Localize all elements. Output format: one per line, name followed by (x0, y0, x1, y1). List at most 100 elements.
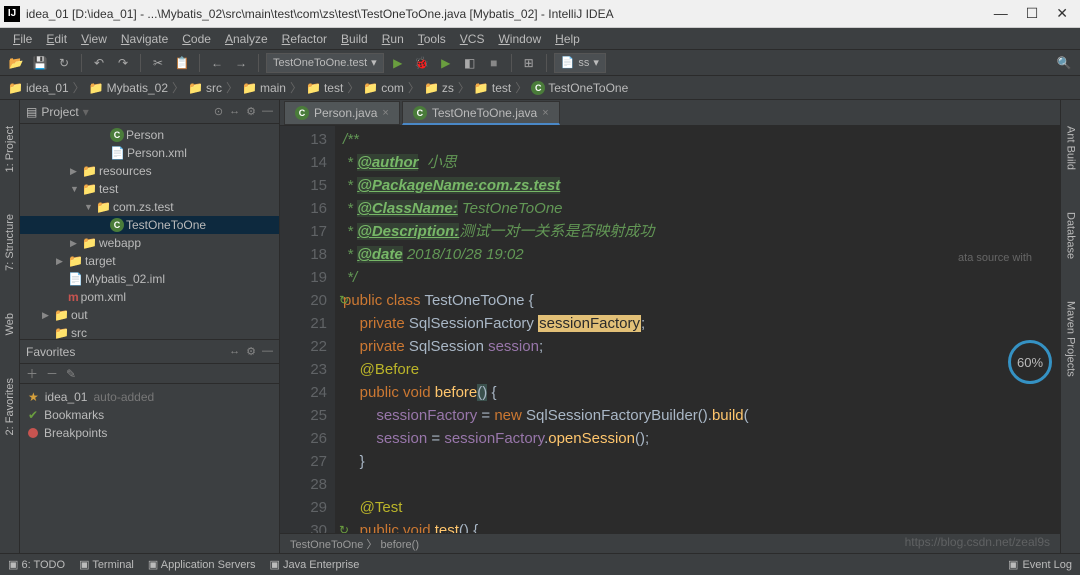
crumb-src[interactable]: 📁 src (188, 81, 222, 95)
crumb-zs[interactable]: 📁 zs (424, 81, 454, 95)
tree-item-testonetoone[interactable]: CTestOneToOne (20, 216, 279, 234)
debug-button[interactable]: 🐞 (412, 53, 432, 73)
progress-ring: 60% (1008, 340, 1052, 384)
tab-person-java[interactable]: CPerson.java× (284, 101, 400, 125)
fav-idea_01[interactable]: ★idea_01 auto-added (28, 388, 271, 406)
right-tab-database[interactable]: Database (1063, 206, 1079, 265)
open-button[interactable]: 📂 (6, 53, 26, 73)
crumb-main[interactable]: 📁 main (242, 81, 286, 95)
sidebar: ▤ Project ▾ ⊙ ↔ ⚙ — CPerson📄Person.xml▶📁… (20, 100, 280, 553)
bottom-bar: ▣ 6: TODO ▣ Terminal ▣ Application Servers… (0, 553, 1080, 575)
menu-window[interactable]: Window (491, 32, 548, 46)
menu-view[interactable]: View (74, 32, 114, 46)
gear-icon[interactable]: ⚙ (246, 345, 256, 358)
expand-icon[interactable]: ↔ (229, 345, 240, 358)
menu-analyze[interactable]: Analyze (218, 32, 275, 46)
breadcrumb: 📁 idea_01〉📁 Mybatis_02〉📁 src〉📁 main〉📁 te… (0, 76, 1080, 100)
left-tab-web[interactable]: Web (2, 307, 18, 341)
left-tab-1-project[interactable]: 1: Project (2, 120, 18, 178)
close-button[interactable]: ✕ (1056, 5, 1068, 22)
menu-file[interactable]: File (6, 32, 39, 46)
menu-vcs[interactable]: VCS (453, 32, 492, 46)
redo-button[interactable]: ↷ (113, 53, 133, 73)
close-tab-icon[interactable]: × (542, 107, 548, 119)
project-tree[interactable]: CPerson📄Person.xml▶📁resources▼📁test▼📁com… (20, 124, 279, 339)
remove-icon[interactable]: － (46, 365, 58, 382)
forward-button[interactable]: → (231, 53, 251, 73)
maximize-button[interactable]: ☐ (1026, 5, 1039, 22)
right-tab-maven-projects[interactable]: Maven Projects (1063, 295, 1079, 383)
menu-run[interactable]: Run (375, 32, 411, 46)
save-button[interactable]: 💾 (30, 53, 50, 73)
tab-testonetoone-java[interactable]: CTestOneToOne.java× (402, 101, 560, 125)
close-tab-icon[interactable]: × (382, 107, 388, 119)
tree-item-person-xml[interactable]: 📄Person.xml (20, 144, 279, 162)
run-gutter-icon[interactable]: ↻ (339, 289, 349, 312)
hide-icon[interactable]: — (262, 345, 273, 358)
tree-item-webapp[interactable]: ▶📁webapp (20, 234, 279, 252)
tree-item-pom-xml[interactable]: mpom.xml (20, 288, 279, 306)
left-tab-2-favorites[interactable]: 2: Favorites (2, 372, 18, 441)
coverage-button[interactable]: ▶ (436, 53, 456, 73)
tree-item-person[interactable]: CPerson (20, 126, 279, 144)
hide-icon[interactable]: — (262, 105, 273, 118)
copy-button[interactable]: 📋 (172, 53, 192, 73)
stop-button[interactable]: ■ (484, 53, 504, 73)
tree-item-test[interactable]: ▼📁test (20, 180, 279, 198)
minimize-button[interactable]: — (994, 5, 1008, 22)
run-gutter-icon[interactable]: ↻ (339, 519, 349, 533)
tree-item-src[interactable]: 📁src (20, 324, 279, 339)
profile-button[interactable]: ◧ (460, 53, 480, 73)
run-config-label: TestOneToOne.test (273, 57, 367, 69)
run-button[interactable]: ▶ (388, 53, 408, 73)
favorites-toolbar: ＋ － ✎ (20, 364, 279, 384)
structure-button[interactable]: ⊞ (519, 53, 539, 73)
menu-code[interactable]: Code (175, 32, 218, 46)
gutter[interactable]: 1314151617181920↻21222324252627282930↻ (280, 126, 335, 533)
run-config-dropdown[interactable]: TestOneToOne.test ▾ (266, 53, 384, 73)
crumb-com[interactable]: 📁 com (363, 81, 404, 95)
tree-item-out[interactable]: ▶📁out (20, 306, 279, 324)
code-body[interactable]: /** * @author 小思 * @PackageName:com.zs.t… (335, 126, 1060, 533)
tree-item-mybatis-02-iml[interactable]: 📄Mybatis_02.iml (20, 270, 279, 288)
menu-tools[interactable]: Tools (411, 32, 453, 46)
scroll-icon[interactable]: ↔ (229, 105, 240, 118)
add-icon[interactable]: ＋ (26, 365, 38, 382)
bottom-java-enterprise[interactable]: ▣ Java Enterprise (270, 558, 360, 571)
menu-build[interactable]: Build (334, 32, 375, 46)
watermark: https://blog.csdn.net/zeal9s (905, 535, 1050, 549)
refresh-button[interactable]: ↻ (54, 53, 74, 73)
search-button[interactable]: 🔍 (1054, 53, 1074, 73)
menu-help[interactable]: Help (548, 32, 587, 46)
crumb-testonetoone[interactable]: C TestOneToOne (531, 81, 628, 95)
crumb-test[interactable]: 📁 test (474, 81, 511, 95)
crumb-mybatis_02[interactable]: 📁 Mybatis_02 (89, 81, 168, 95)
fav-breakpoints[interactable]: Breakpoints (28, 424, 271, 442)
menu-refactor[interactable]: Refactor (275, 32, 334, 46)
menu-navigate[interactable]: Navigate (114, 32, 175, 46)
back-button[interactable]: ← (207, 53, 227, 73)
tree-item-resources[interactable]: ▶📁resources (20, 162, 279, 180)
fav-bookmarks[interactable]: ✔Bookmarks (28, 406, 271, 424)
ss-dropdown[interactable]: 📄ss ▾ (554, 53, 606, 73)
code-editor[interactable]: 1314151617181920↻21222324252627282930↻ /… (280, 126, 1060, 533)
event-log-button[interactable]: ▣ Event Log (1008, 558, 1072, 571)
favorites-title: Favorites (26, 345, 229, 359)
gear-icon[interactable]: ⚙ (246, 105, 256, 118)
edit-icon[interactable]: ✎ (66, 367, 76, 381)
bottom-application-servers[interactable]: ▣ Application Servers (148, 558, 256, 571)
bottom-6-todo[interactable]: ▣ 6: TODO (8, 558, 65, 571)
titlebar: IJ idea_01 [D:\idea_01] - ...\Mybatis_02… (0, 0, 1080, 28)
menu-edit[interactable]: Edit (39, 32, 74, 46)
right-tab-ant-build[interactable]: Ant Build (1063, 120, 1079, 176)
undo-button[interactable]: ↶ (89, 53, 109, 73)
crumb-idea_01[interactable]: 📁 idea_01 (8, 81, 69, 95)
tree-item-com-zs-test[interactable]: ▼📁com.zs.test (20, 198, 279, 216)
crumb-test[interactable]: 📁 test (306, 81, 343, 95)
collapse-icon[interactable]: ⊙ (214, 105, 223, 118)
datasource-hint: ata source with (958, 252, 1032, 264)
left-tab-7-structure[interactable]: 7: Structure (2, 208, 18, 277)
tree-item-target[interactable]: ▶📁target (20, 252, 279, 270)
bottom-terminal[interactable]: ▣ Terminal (79, 558, 134, 571)
cut-button[interactable]: ✂ (148, 53, 168, 73)
